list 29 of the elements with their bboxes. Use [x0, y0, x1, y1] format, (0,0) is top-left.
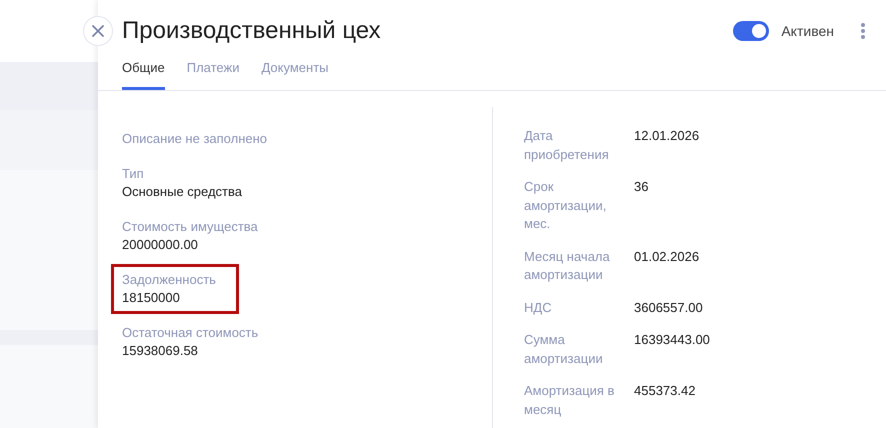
status-label: Активен — [781, 23, 834, 39]
more-icon[interactable] — [860, 22, 866, 40]
field-value: 12.01.2026 — [634, 127, 700, 145]
field-value: 36 — [634, 178, 648, 196]
field-value: Основные средства — [122, 183, 242, 201]
field-label: Тип — [122, 165, 145, 183]
empty-description-note: Описание не заполнено — [122, 130, 268, 148]
field-label: Остаточная стоимость — [122, 324, 258, 342]
field-label: Месяц начала амортизации — [524, 248, 611, 284]
field-value: 20000000.00 — [122, 236, 199, 254]
field-value: 16393443.00 — [634, 331, 710, 349]
close-icon — [91, 24, 105, 38]
field-label: Дата приобретения — [524, 127, 610, 164]
tab[interactable]: Документы — [261, 60, 328, 90]
field-label: Задолженность — [122, 271, 216, 289]
tab[interactable]: Общие — [122, 60, 165, 90]
field-value: 15938069.58 — [122, 342, 199, 360]
toggle-switch[interactable] — [733, 21, 770, 41]
field-label: Срок амортизации, мес. — [524, 178, 608, 233]
field-value: 01.02.2026 — [634, 248, 700, 266]
field-value: 455373.42 — [634, 382, 696, 400]
field-label: Амортизация в месяц — [524, 382, 616, 419]
field-label: НДС — [524, 298, 553, 317]
field-label: Стоимость имущества — [122, 218, 258, 236]
field-label: Сумма амортизации — [524, 331, 604, 368]
field-value: 18150000 — [122, 289, 181, 307]
field-value: 3606557.00 — [634, 298, 703, 316]
panel-title: Производственный цех — [122, 17, 381, 45]
tab[interactable]: Платежи — [186, 60, 240, 90]
